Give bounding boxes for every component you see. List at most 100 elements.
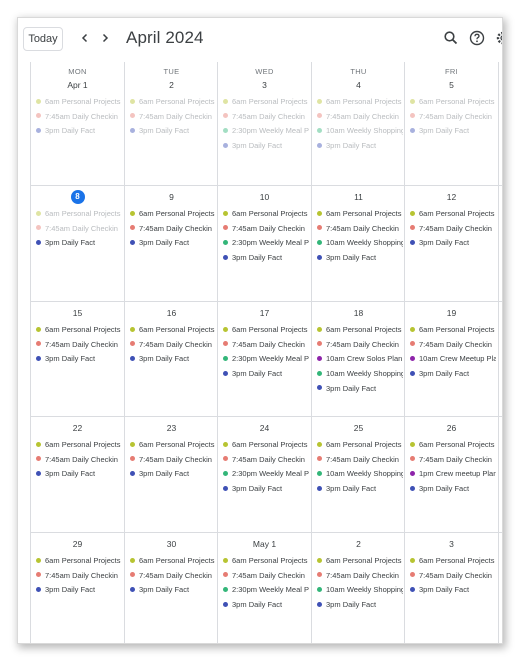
event-chip[interactable]: 7:45am Daily Checkin	[410, 454, 496, 466]
date-number[interactable]: 16	[125, 308, 218, 318]
day-cell[interactable]: 8 6am Personal Projects 7:45am Daily Check…	[31, 186, 124, 301]
event-chip[interactable]: 2:30pm Weekly Meal Prep	[223, 125, 309, 137]
event-chip[interactable]: 3pm Daily Fact	[223, 140, 309, 152]
event-chip[interactable]: 3pm Daily Fact	[317, 483, 403, 495]
event-chip[interactable]: 7:45am Daily Checkin	[223, 339, 309, 351]
event-chip[interactable]: 2:30pm Weekly Meal Prep	[223, 237, 309, 249]
event-chip[interactable]: 7:45am Daily Checkin	[130, 223, 216, 235]
event-chip[interactable]: 10am Weekly Shopping	[317, 125, 403, 137]
event-chip[interactable]: 3pm Daily Fact	[36, 125, 122, 137]
event-chip[interactable]: 6am Personal Projects	[317, 555, 403, 567]
event-chip[interactable]: 6am Personal Projects	[130, 555, 216, 567]
event-chip[interactable]: 6am Personal Projects	[410, 439, 496, 451]
event-chip[interactable]: 7:45am Daily Checkin	[410, 223, 496, 235]
event-chip[interactable]: 7:45am Daily Checkin	[36, 454, 122, 466]
event-chip[interactable]: 3pm Daily Fact	[410, 237, 496, 249]
day-cell[interactable]: WED 3 6am Personal Projects 7:45am Daily Ch…	[218, 63, 311, 185]
event-chip[interactable]: 7:45am Daily Checkin	[36, 570, 122, 582]
event-chip[interactable]: 7:45am Daily Checkin	[317, 111, 403, 123]
event-chip[interactable]: 7:45am Daily Checkin	[130, 570, 216, 582]
day-cell[interactable]: 26 6am Personal Projects 7:45am Daily Chec…	[405, 417, 498, 532]
day-cell[interactable]: 29 6am Personal Projects 7:45am Daily Chec…	[31, 533, 124, 643]
event-chip[interactable]: 3pm Daily Fact	[223, 599, 309, 611]
day-cell[interactable]: 11 6am Personal Projects 7:45am Daily Chec…	[312, 186, 405, 301]
day-cell[interactable]: 9 6am Personal Projects 7:45am Daily Check…	[125, 186, 218, 301]
date-number[interactable]: 30	[125, 539, 218, 549]
event-chip[interactable]: 10am Weekly Shopping	[317, 584, 403, 596]
event-chip[interactable]: 3pm Daily Fact	[130, 353, 216, 365]
event-chip[interactable]: 3pm Daily Fact	[410, 368, 496, 380]
date-number[interactable]: 24	[218, 423, 311, 433]
date-number[interactable]: May 1	[218, 539, 311, 549]
help-icon[interactable]	[468, 29, 486, 47]
date-number[interactable]: 23	[125, 423, 218, 433]
event-chip[interactable]: 6am Personal Projects	[223, 208, 309, 220]
date-number[interactable]: 22	[31, 423, 124, 433]
event-chip[interactable]: 3pm Daily Fact	[410, 584, 496, 596]
event-chip[interactable]: 10am Weekly Shopping	[317, 368, 403, 380]
event-chip[interactable]: 1pm Crew meetup Plan	[410, 468, 496, 480]
event-chip[interactable]: 6am Personal Projects	[130, 96, 216, 108]
event-chip[interactable]: 7:45am Daily Checkin	[317, 339, 403, 351]
day-cell[interactable]: 12 6am Personal Projects 7:45am Daily Chec…	[405, 186, 498, 301]
day-cell[interactable]: 30 6am Personal Projects 7:45am Daily Chec…	[125, 533, 218, 643]
event-chip[interactable]: 3pm Daily Fact	[410, 483, 496, 495]
event-chip[interactable]: 3pm Daily Fact	[130, 468, 216, 480]
event-chip[interactable]: 6am Personal Projects	[130, 439, 216, 451]
date-number[interactable]: 2	[125, 80, 218, 90]
event-chip[interactable]: 7:45am Daily Checkin	[130, 111, 216, 123]
event-chip[interactable]: 7:45am Daily Checkin	[36, 111, 122, 123]
event-chip[interactable]: 7:45am Daily Checkin	[410, 339, 496, 351]
day-cell[interactable]: FRI 5 6am Personal Projects 7:45am Daily Ch…	[405, 63, 498, 185]
day-cell[interactable]: 3 6am Personal Projects 7:45am Daily Check…	[405, 533, 498, 643]
event-chip[interactable]: 3pm Daily Fact	[223, 252, 309, 264]
event-chip[interactable]: 2:30pm Weekly Meal Prep	[223, 584, 309, 596]
day-cell[interactable]: 16 6am Personal Projects 7:45am Daily Chec…	[125, 302, 218, 417]
event-chip[interactable]: 7:45am Daily Checkin	[223, 223, 309, 235]
day-cell[interactable]: 2 6am Personal Projects 7:45am Daily Check…	[312, 533, 405, 643]
event-chip[interactable]: 7:45am Daily Checkin	[317, 223, 403, 235]
search-icon[interactable]	[442, 29, 460, 47]
date-number[interactable]: 17	[218, 308, 311, 318]
event-chip[interactable]: 6am Personal Projects	[410, 324, 496, 336]
date-number[interactable]: 26	[405, 423, 498, 433]
event-chip[interactable]: 6am Personal Projects	[36, 439, 122, 451]
event-chip[interactable]: 6am Personal Projects	[130, 324, 216, 336]
date-number[interactable]: 25	[312, 423, 405, 433]
day-cell[interactable]: 23 6am Personal Projects 7:45am Daily Chec…	[125, 417, 218, 532]
date-number[interactable]: 3	[405, 539, 498, 549]
event-chip[interactable]: 7:45am Daily Checkin	[410, 570, 496, 582]
date-number[interactable]: 19	[405, 308, 498, 318]
event-chip[interactable]: 3pm Daily Fact	[317, 383, 403, 395]
event-chip[interactable]: 6am Personal Projects	[223, 439, 309, 451]
event-chip[interactable]: 3pm Daily Fact	[36, 353, 122, 365]
event-chip[interactable]: 6am Personal Projects	[317, 439, 403, 451]
event-chip[interactable]: 6am Personal Projects	[223, 324, 309, 336]
today-date-badge[interactable]: 8	[70, 190, 85, 204]
date-number[interactable]: 29	[31, 539, 124, 549]
event-chip[interactable]: 6am Personal Projects	[410, 96, 496, 108]
event-chip[interactable]: 7:45am Daily Checkin	[317, 454, 403, 466]
day-cell[interactable]: MON Apr 1 6am Personal Projects 7:45am Dail…	[31, 63, 124, 185]
date-number[interactable]: 15	[31, 308, 124, 318]
event-chip[interactable]: 7:45am Daily Checkin	[410, 111, 496, 123]
event-chip[interactable]: 3pm Daily Fact	[223, 483, 309, 495]
event-chip[interactable]: 7:45am Daily Checkin	[130, 339, 216, 351]
day-cell[interactable]: THU 4 6am Personal Projects 7:45am Daily Ch…	[312, 63, 405, 185]
event-chip[interactable]: 3pm Daily Fact	[130, 125, 216, 137]
day-cell[interactable]: 25 6am Personal Projects 7:45am Daily Chec…	[312, 417, 405, 532]
event-chip[interactable]: 6am Personal Projects	[223, 96, 309, 108]
day-cell[interactable]: 10 6am Personal Projects 7:45am Daily Chec…	[218, 186, 311, 301]
date-number[interactable]: Apr 1	[31, 80, 124, 90]
event-chip[interactable]: 3pm Daily Fact	[36, 237, 122, 249]
event-chip[interactable]: 3pm Daily Fact	[223, 368, 309, 380]
event-chip[interactable]: 6am Personal Projects	[317, 96, 403, 108]
event-chip[interactable]: 3pm Daily Fact	[410, 125, 496, 137]
day-cell[interactable]: TUE 2 6am Personal Projects 7:45am Daily Ch…	[125, 63, 218, 185]
event-chip[interactable]: 7:45am Daily Checkin	[130, 454, 216, 466]
event-chip[interactable]: 6am Personal Projects	[36, 555, 122, 567]
event-chip[interactable]: 3pm Daily Fact	[36, 584, 122, 596]
day-cell[interactable]: 15 6am Personal Projects 7:45am Daily Chec…	[31, 302, 124, 417]
date-number[interactable]: 4	[312, 80, 405, 90]
date-number[interactable]: 3	[218, 80, 311, 90]
